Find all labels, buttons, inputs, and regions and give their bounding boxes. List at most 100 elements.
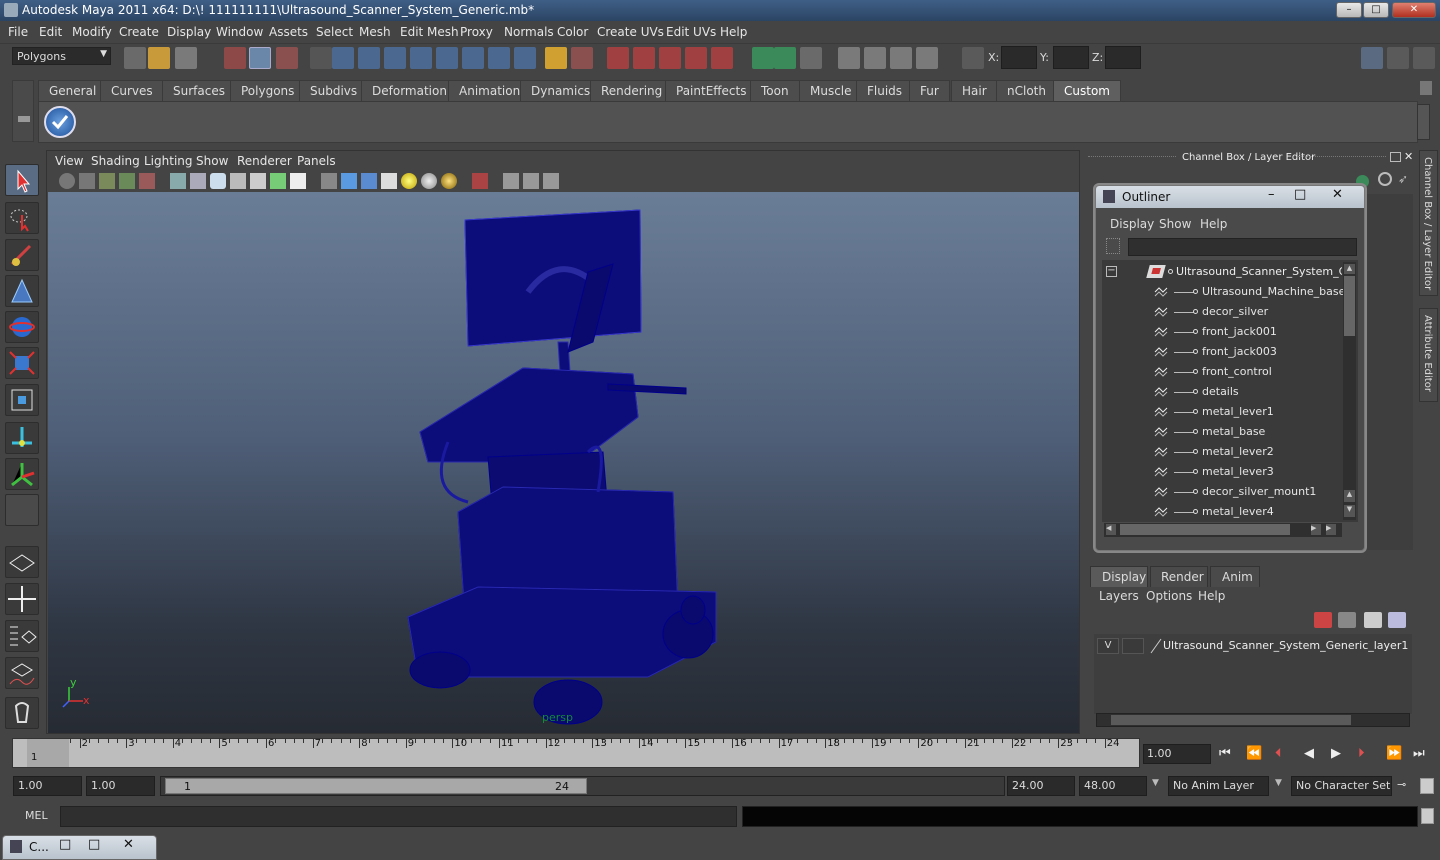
minimized-maximize-icon[interactable]: □ [88,837,100,852]
command-input[interactable] [60,806,737,827]
viewport-menu-panels[interactable]: Panels [297,154,336,168]
four-pane-layout-icon[interactable] [5,583,39,615]
trash-icon[interactable] [1420,81,1432,95]
default-light-icon[interactable] [401,173,417,189]
step-back-frame-icon[interactable]: ⏪ [1246,746,1262,761]
select-rendering-icon[interactable] [488,47,510,69]
select-tool-icon[interactable] [5,164,39,196]
outliner-hscrollbar[interactable]: ◀ ▶ ▶ [1104,523,1342,537]
outliner-title-bar[interactable]: Outliner – □ ✕ [1096,186,1364,208]
outliner-item[interactable]: metal_lever4 [1102,502,1342,522]
gate-mask-icon[interactable] [230,173,246,189]
viewport-menu-lighting[interactable]: Lighting [144,154,193,168]
current-time-field[interactable]: 1.00 [1143,744,1211,764]
shelf-tab-deformation[interactable]: Deformation [361,80,458,101]
menu-edit[interactable]: Edit [39,25,62,39]
playback-start-field[interactable]: 1.00 [86,776,155,796]
outliner-filter-icon[interactable] [1106,238,1120,254]
highlight-selection-icon[interactable] [571,47,593,69]
shelf-tab-fluids[interactable]: Fluids [856,80,914,101]
go-to-start-icon[interactable]: ⏮ [1219,746,1231,761]
image-plane-icon[interactable] [119,173,135,189]
outliner-vscrollbar[interactable]: ▲ ▲ ▼ [1343,262,1356,520]
show-channel-box-icon[interactable] [1413,47,1435,69]
xray-joints-icon[interactable] [523,173,539,189]
minimized-close-icon[interactable]: ✕ [123,837,134,852]
char-set-menu-icon[interactable]: ▼ [1275,778,1282,788]
collapse-icon[interactable]: − [1106,266,1117,277]
close-button[interactable]: ✕ [1392,2,1436,18]
menu-select[interactable]: Select [316,25,353,39]
scroll-left-icon[interactable]: ◀ [1106,524,1116,535]
snap-grid-icon[interactable] [607,47,629,69]
scale-tool-icon[interactable] [5,347,39,379]
outliner-search-input[interactable] [1128,238,1357,256]
outliner-menu-help[interactable]: Help [1200,217,1227,231]
layer-scroll-thumb[interactable] [1111,715,1351,725]
outliner-hscroll-thumb[interactable] [1120,524,1290,535]
render-settings-icon[interactable] [916,47,938,69]
render-current-icon[interactable] [864,47,886,69]
two-d-pan-zoom-icon[interactable] [139,173,155,189]
viewport-menu-show[interactable]: Show [196,154,228,168]
shelf-tab-curves[interactable]: Curves [100,80,164,101]
shelf-tab-polygons[interactable]: Polygons [230,80,306,101]
move-normal-tool-icon[interactable] [5,422,39,454]
rotate-tool-icon[interactable] [5,311,39,343]
outliner-item[interactable]: decor_silver_mount1 [1102,482,1342,502]
move-layer-up-icon[interactable] [1314,612,1332,628]
shelf-tab-ncloth[interactable]: nCloth [996,80,1057,101]
play-forwards-icon[interactable]: ▶ [1331,746,1341,761]
script-editor-icon[interactable] [1421,808,1434,824]
step-forward-key-icon[interactable]: ⏵ [1358,746,1365,761]
shelf-tab-painteffects[interactable]: PaintEffects [665,80,758,101]
soft-mod-tool-icon[interactable] [5,275,39,307]
menu-file[interactable]: File [8,25,28,39]
outliner-close-icon[interactable]: ✕ [1332,187,1343,202]
maximize-button[interactable]: □ [1363,2,1389,18]
layers-icon[interactable] [1378,172,1392,186]
isolate-select-icon[interactable] [472,173,488,189]
side-tab-channel-box[interactable]: Channel Box / Layer Editor [1419,150,1438,296]
range-slider-bar[interactable]: 1 24 [165,778,587,794]
go-to-end-icon[interactable]: ⏭ [1413,746,1425,761]
play-backwards-icon[interactable]: ◀ [1304,746,1314,761]
outliner-item[interactable]: metal_base [1102,422,1342,442]
checkmark-shelf-icon[interactable] [44,106,76,138]
select-misc-icon[interactable] [514,47,536,69]
command-language-label[interactable]: MEL [25,809,48,822]
end-time-field[interactable]: 48.00 [1079,776,1147,796]
panel-grip-right[interactable] [1298,156,1386,160]
outliner-item[interactable]: front_jack001 [1102,322,1342,342]
select-joints-icon[interactable] [358,47,380,69]
animation-prefs-icon[interactable] [1420,778,1434,794]
x-field[interactable] [1001,46,1037,69]
character-set-dropdown[interactable]: No Character Set [1291,776,1392,796]
menu-proxy[interactable]: Proxy [460,25,493,39]
menu-normals[interactable]: Normals [504,25,554,39]
input-output-icon[interactable] [752,47,774,69]
open-scene-icon[interactable] [148,47,170,69]
outliner-item[interactable]: Ultrasound_Machine_base [1102,282,1345,302]
shelf-tab-subdivs[interactable]: Subdivs [299,80,369,101]
shelf-tab-hair[interactable]: Hair [951,80,998,101]
layer-tab-render[interactable]: Render [1150,566,1208,587]
layer-tab-anim[interactable]: Anim [1210,566,1260,587]
outliner-item[interactable]: front_jack003 [1102,342,1342,362]
select-component-icon[interactable] [276,47,298,69]
shelf-tab-rendering[interactable]: Rendering [590,80,674,101]
menu-window[interactable]: Window [216,25,263,39]
menu-mesh[interactable]: Mesh [359,25,391,39]
shelf-handle[interactable] [12,80,34,142]
hypershade-layout-icon[interactable] [5,697,39,729]
lasso-tool-icon[interactable] [5,202,39,234]
panel-float-icon[interactable] [1390,152,1401,162]
outliner-root-row[interactable]: − Ultrasound_Scanner_System_Generic [1102,262,1342,282]
outliner-item[interactable]: metal_lever1 [1102,402,1342,422]
minimized-window[interactable]: C... □ □ ✕ [2,835,157,860]
snap-point-icon[interactable] [659,47,681,69]
all-lights-icon[interactable] [421,173,437,189]
shadows-icon[interactable] [441,173,457,189]
menu-edit-uvs[interactable]: Edit UVs [666,25,716,39]
select-hierarchy-icon[interactable] [224,47,246,69]
